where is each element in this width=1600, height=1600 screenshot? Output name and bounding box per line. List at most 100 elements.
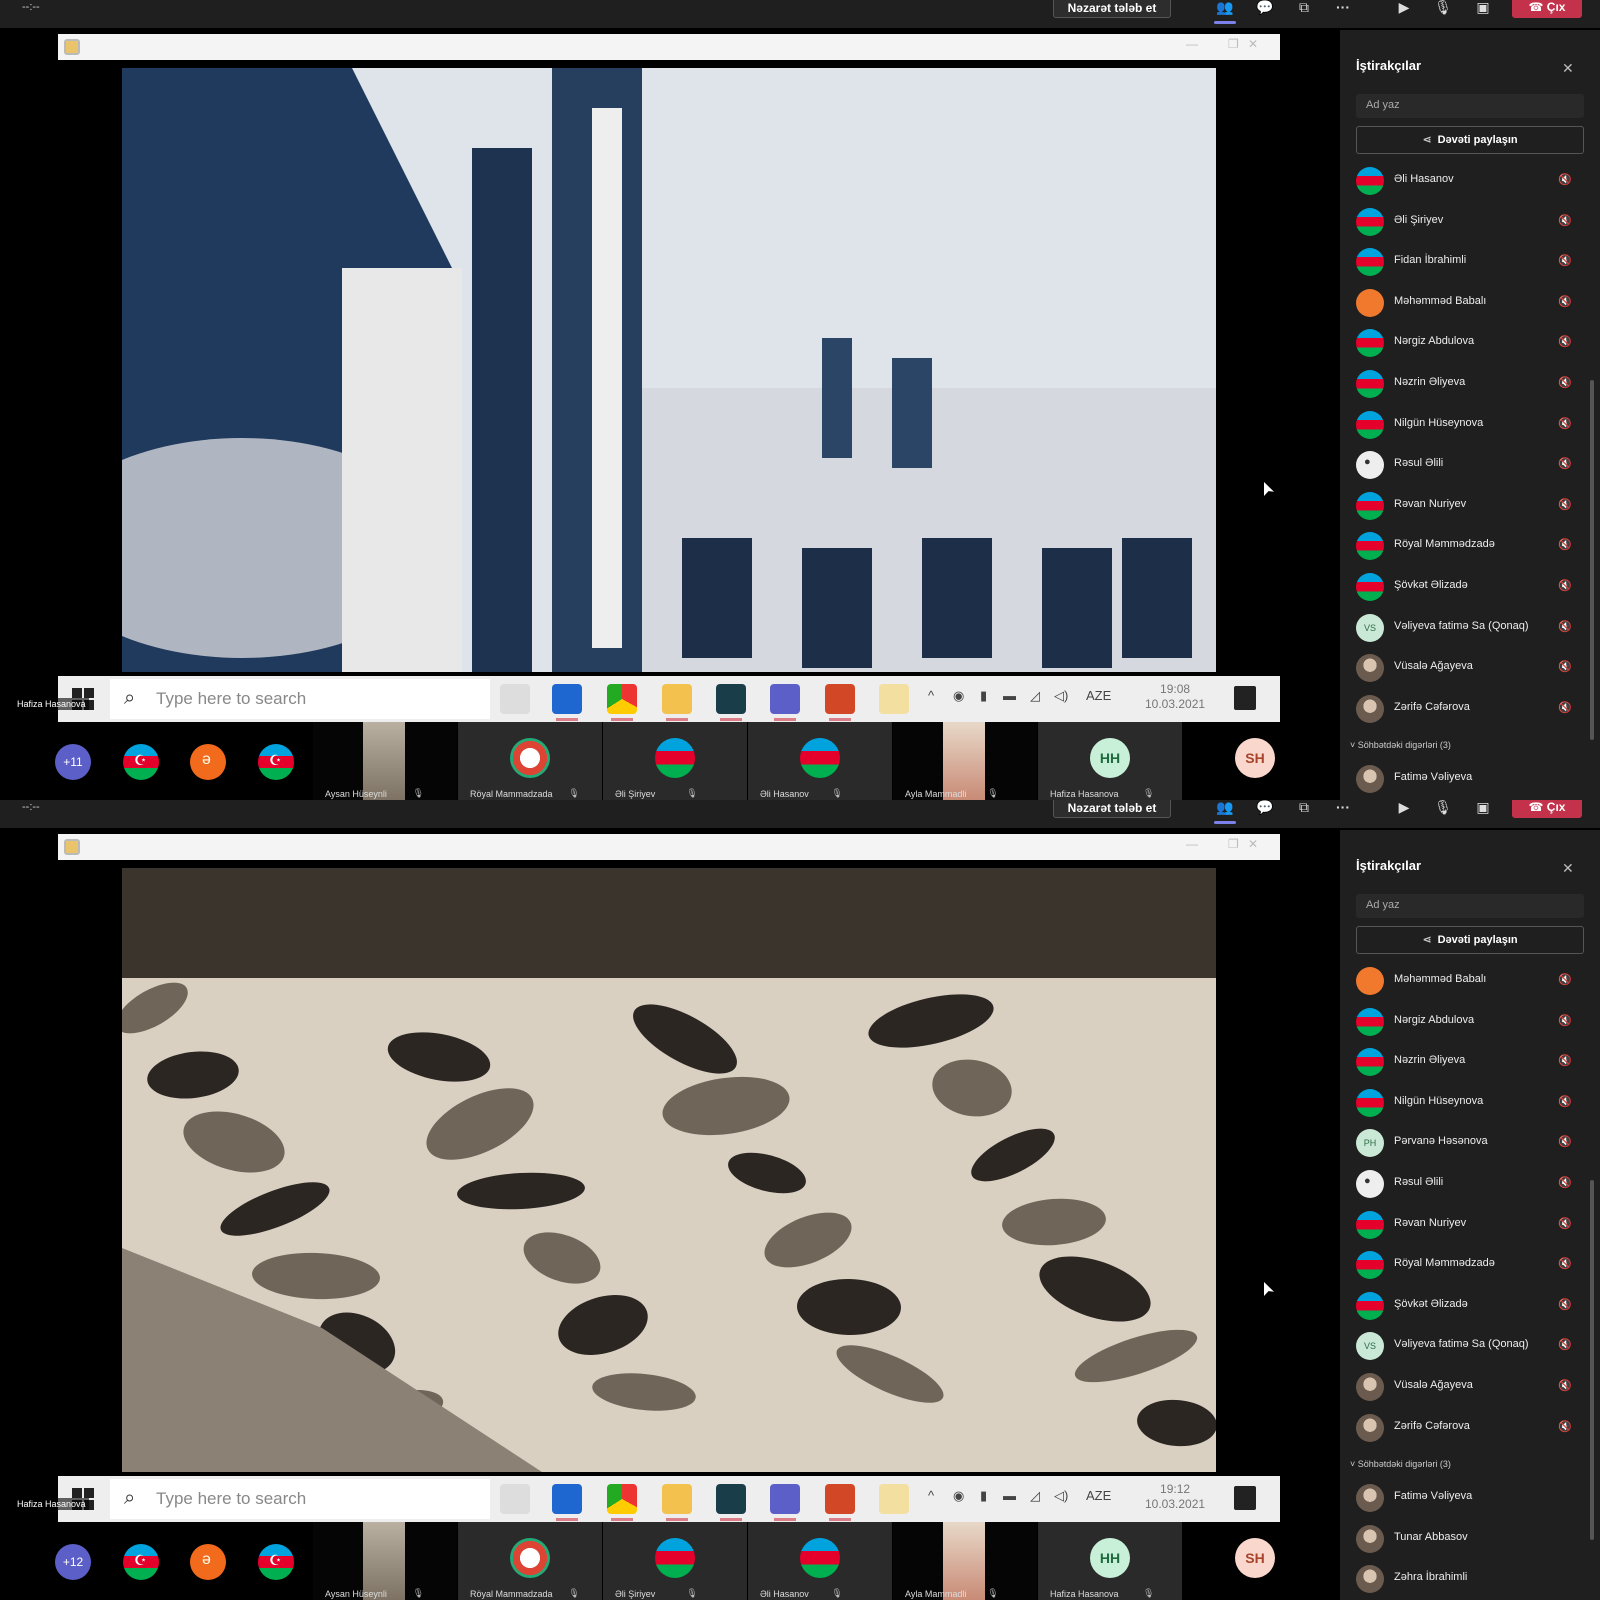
participant-avatar[interactable] <box>190 1544 226 1580</box>
participant-avatar <box>1356 572 1384 601</box>
mic-muted-icon: 🔇 <box>1558 1014 1572 1027</box>
participant-row[interactable]: Vüsalə Ağayeva 🔇 <box>1340 649 1592 690</box>
leave-button[interactable]: ☎ Çıx <box>1512 0 1582 18</box>
participant-row[interactable]: Əli Hasanov 🔇 <box>1340 162 1592 203</box>
share-invite-button[interactable]: ⋖ Dəvəti paylaşın <box>1356 926 1584 954</box>
request-control-button[interactable]: Nəzarət tələb et <box>1053 800 1171 818</box>
participant-row[interactable]: Nərgiz Abdulova 🔇 <box>1340 1003 1592 1044</box>
camera-off-icon[interactable]: ▶ <box>1393 800 1415 818</box>
video-tile[interactable]: Aysan Hüseynli 🎙 <box>313 722 457 800</box>
participant-avatar <box>1356 1291 1384 1320</box>
participant-row[interactable]: PH Pərvanə Həsənova 🔇 <box>1340 1124 1592 1165</box>
participant-avatar[interactable] <box>190 744 226 780</box>
video-tile[interactable]: Röyal Mammadzada 🎙 <box>458 722 602 800</box>
share-tray-icon[interactable]: ▣ <box>1472 0 1494 18</box>
participant-search-input[interactable]: Ad yaz <box>1356 894 1584 918</box>
video-tile[interactable]: Əli Hasanov 🎙 <box>748 1522 892 1600</box>
participant-row[interactable]: Nilgün Hüseynova 🔇 <box>1340 406 1592 447</box>
participant-avatar <box>1356 1565 1384 1594</box>
participant-search-input[interactable]: Ad yaz <box>1356 94 1584 118</box>
breakout-rooms-icon[interactable]: ⧉ <box>1293 800 1315 818</box>
participant-row[interactable]: Rəsul Əlili 🔇 <box>1340 1165 1592 1206</box>
participant-row[interactable]: Nəzrin Əliyeva 🔇 <box>1340 1043 1592 1084</box>
participant-row[interactable]: Tunar Abbasov <box>1340 1520 1592 1561</box>
participant-row[interactable]: Əli Şiriyev 🔇 <box>1340 203 1592 244</box>
breakout-rooms-icon[interactable]: ⧉ <box>1293 0 1315 18</box>
participant-avatar[interactable] <box>258 1544 294 1580</box>
participant-row[interactable]: Nəzrin Əliyeva 🔇 <box>1340 365 1592 406</box>
more-icon[interactable]: ··· <box>1332 0 1354 18</box>
camera-off-icon[interactable]: ▶ <box>1393 0 1415 18</box>
participant-avatar[interactable] <box>258 744 294 780</box>
participant-row[interactable]: Məhəmməd Babalı 🔇 <box>1340 962 1592 1003</box>
network-icon: ◿ <box>1030 1488 1040 1503</box>
video-tile[interactable]: HH Hafiza Hasanova 🎙 <box>1038 722 1182 800</box>
pane-scrollbar[interactable] <box>1590 1180 1594 1540</box>
participant-row[interactable]: Rəvan Nuriyev 🔇 <box>1340 1206 1592 1247</box>
pane-scrollbar[interactable] <box>1590 380 1594 740</box>
mic-muted-icon: 🔇 <box>1558 417 1572 430</box>
participant-row[interactable]: Zərifə Cəfərova 🔇 <box>1340 1409 1592 1450</box>
initials-avatar: SH <box>1235 738 1275 778</box>
video-tile[interactable]: Aysan Hüseynli 🎙 <box>313 1522 457 1600</box>
tray-app-icon: ◉ <box>953 688 965 703</box>
overflow-participants-badge[interactable]: +11 <box>55 744 91 780</box>
participant-row[interactable]: Məhəmməd Babalı 🔇 <box>1340 284 1592 325</box>
tray-chevron-icon: ^ <box>928 1488 935 1503</box>
participant-row[interactable]: Röyal Məmmədzadə 🔇 <box>1340 1246 1592 1287</box>
request-control-button[interactable]: Nəzarət tələb et <box>1053 0 1171 18</box>
participant-row[interactable]: Zəhra İbrahimli <box>1340 1560 1592 1600</box>
video-tile[interactable]: Ayla Mammadli 🎙 <box>893 722 1037 800</box>
participant-row[interactable]: Fatimə Vəliyeva <box>1340 1479 1592 1520</box>
people-icon[interactable]: 👥 <box>1214 0 1236 24</box>
more-icon[interactable]: ··· <box>1332 800 1354 818</box>
others-group-header[interactable]: ˅ Söhbətdəki digərləri (3) <box>1340 1449 1592 1479</box>
mic-off-icon[interactable]: 🎙 <box>1432 800 1454 818</box>
leave-button[interactable]: ☎ Çıx <box>1512 800 1582 818</box>
participant-row[interactable]: Nilgün Hüseynova 🔇 <box>1340 1084 1592 1125</box>
chevron-down-icon: ˅ <box>1350 740 1358 751</box>
participant-row[interactable]: Rəvan Nuriyev 🔇 <box>1340 487 1592 528</box>
participant-avatar[interactable] <box>123 744 159 780</box>
tray-chevron-icon: ^ <box>928 688 935 703</box>
mic-off-icon[interactable]: 🎙 <box>1432 0 1454 18</box>
participant-row[interactable]: Şövkət Əlizadə 🔇 <box>1340 568 1592 609</box>
ruins-photo-graphic <box>122 68 1216 672</box>
participant-row[interactable]: VS Vəliyeva fatimə Sa (Qonaq) 🔇 <box>1340 1327 1592 1368</box>
participant-row[interactable]: Rəsul Əlili 🔇 <box>1340 446 1592 487</box>
close-icon[interactable]: ✕ <box>1562 860 1574 877</box>
participant-row[interactable]: Röyal Məmmədzadə 🔇 <box>1340 527 1592 568</box>
share-tray-icon[interactable]: ▣ <box>1472 800 1494 818</box>
participant-name: Əli Hasanov <box>1394 173 1454 185</box>
video-tile[interactable]: Əli Şiriyev 🎙 <box>603 1522 747 1600</box>
participant-name: Nilgün Hüseynova <box>1394 1094 1484 1107</box>
others-group-header[interactable]: ˅ Söhbətdəki digərləri (3) <box>1340 730 1592 760</box>
close-icon[interactable]: ✕ <box>1562 60 1574 77</box>
participant-row[interactable]: Vüsalə Ağayeva 🔇 <box>1340 1368 1592 1409</box>
participant-row[interactable]: Şövkət Əlizadə 🔇 <box>1340 1287 1592 1328</box>
file-explorer-icon <box>662 684 692 721</box>
participant-row[interactable]: Nərgiz Abdulova 🔇 <box>1340 324 1592 365</box>
share-icon: ⋖ <box>1422 134 1432 146</box>
video-tile[interactable]: Ayla Mammadli 🎙 <box>893 1522 1037 1600</box>
people-icon[interactable]: 👥 <box>1214 800 1236 824</box>
video-tile[interactable]: SH <box>1183 722 1327 800</box>
video-tile[interactable]: Əli Şiriyev 🎙 <box>603 722 747 800</box>
participant-name: Zərifə Cəfərova <box>1394 700 1470 713</box>
share-invite-button[interactable]: ⋖ Dəvəti paylaşın <box>1356 126 1584 154</box>
participant-row[interactable]: Zərifə Cəfərova 🔇 <box>1340 690 1592 731</box>
video-tile[interactable]: Röyal Mammadzada 🎙 <box>458 1522 602 1600</box>
video-tile[interactable]: Əli Hasanov 🎙 <box>748 722 892 800</box>
volume-icon: ◁) <box>1054 1488 1069 1503</box>
group-header-label: Söhbətdəki digərləri (3) <box>1357 1459 1451 1470</box>
chat-icon[interactable]: 💬 <box>1254 800 1276 818</box>
chat-icon[interactable]: 💬 <box>1254 0 1276 18</box>
participant-row[interactable]: Fidan İbrahimli 🔇 <box>1340 243 1592 284</box>
teams-icon <box>770 684 800 721</box>
participant-row[interactable]: Fatimə Vəliyeva <box>1340 760 1592 800</box>
overflow-participants-badge[interactable]: +12 <box>55 1544 91 1580</box>
video-tile[interactable]: HH Hafiza Hasanova 🎙 <box>1038 1522 1182 1600</box>
participant-row[interactable]: VS Vəliyeva fatimə Sa (Qonaq) 🔇 <box>1340 609 1592 650</box>
video-tile[interactable]: SH <box>1183 1522 1327 1600</box>
participant-avatar[interactable] <box>123 1544 159 1580</box>
